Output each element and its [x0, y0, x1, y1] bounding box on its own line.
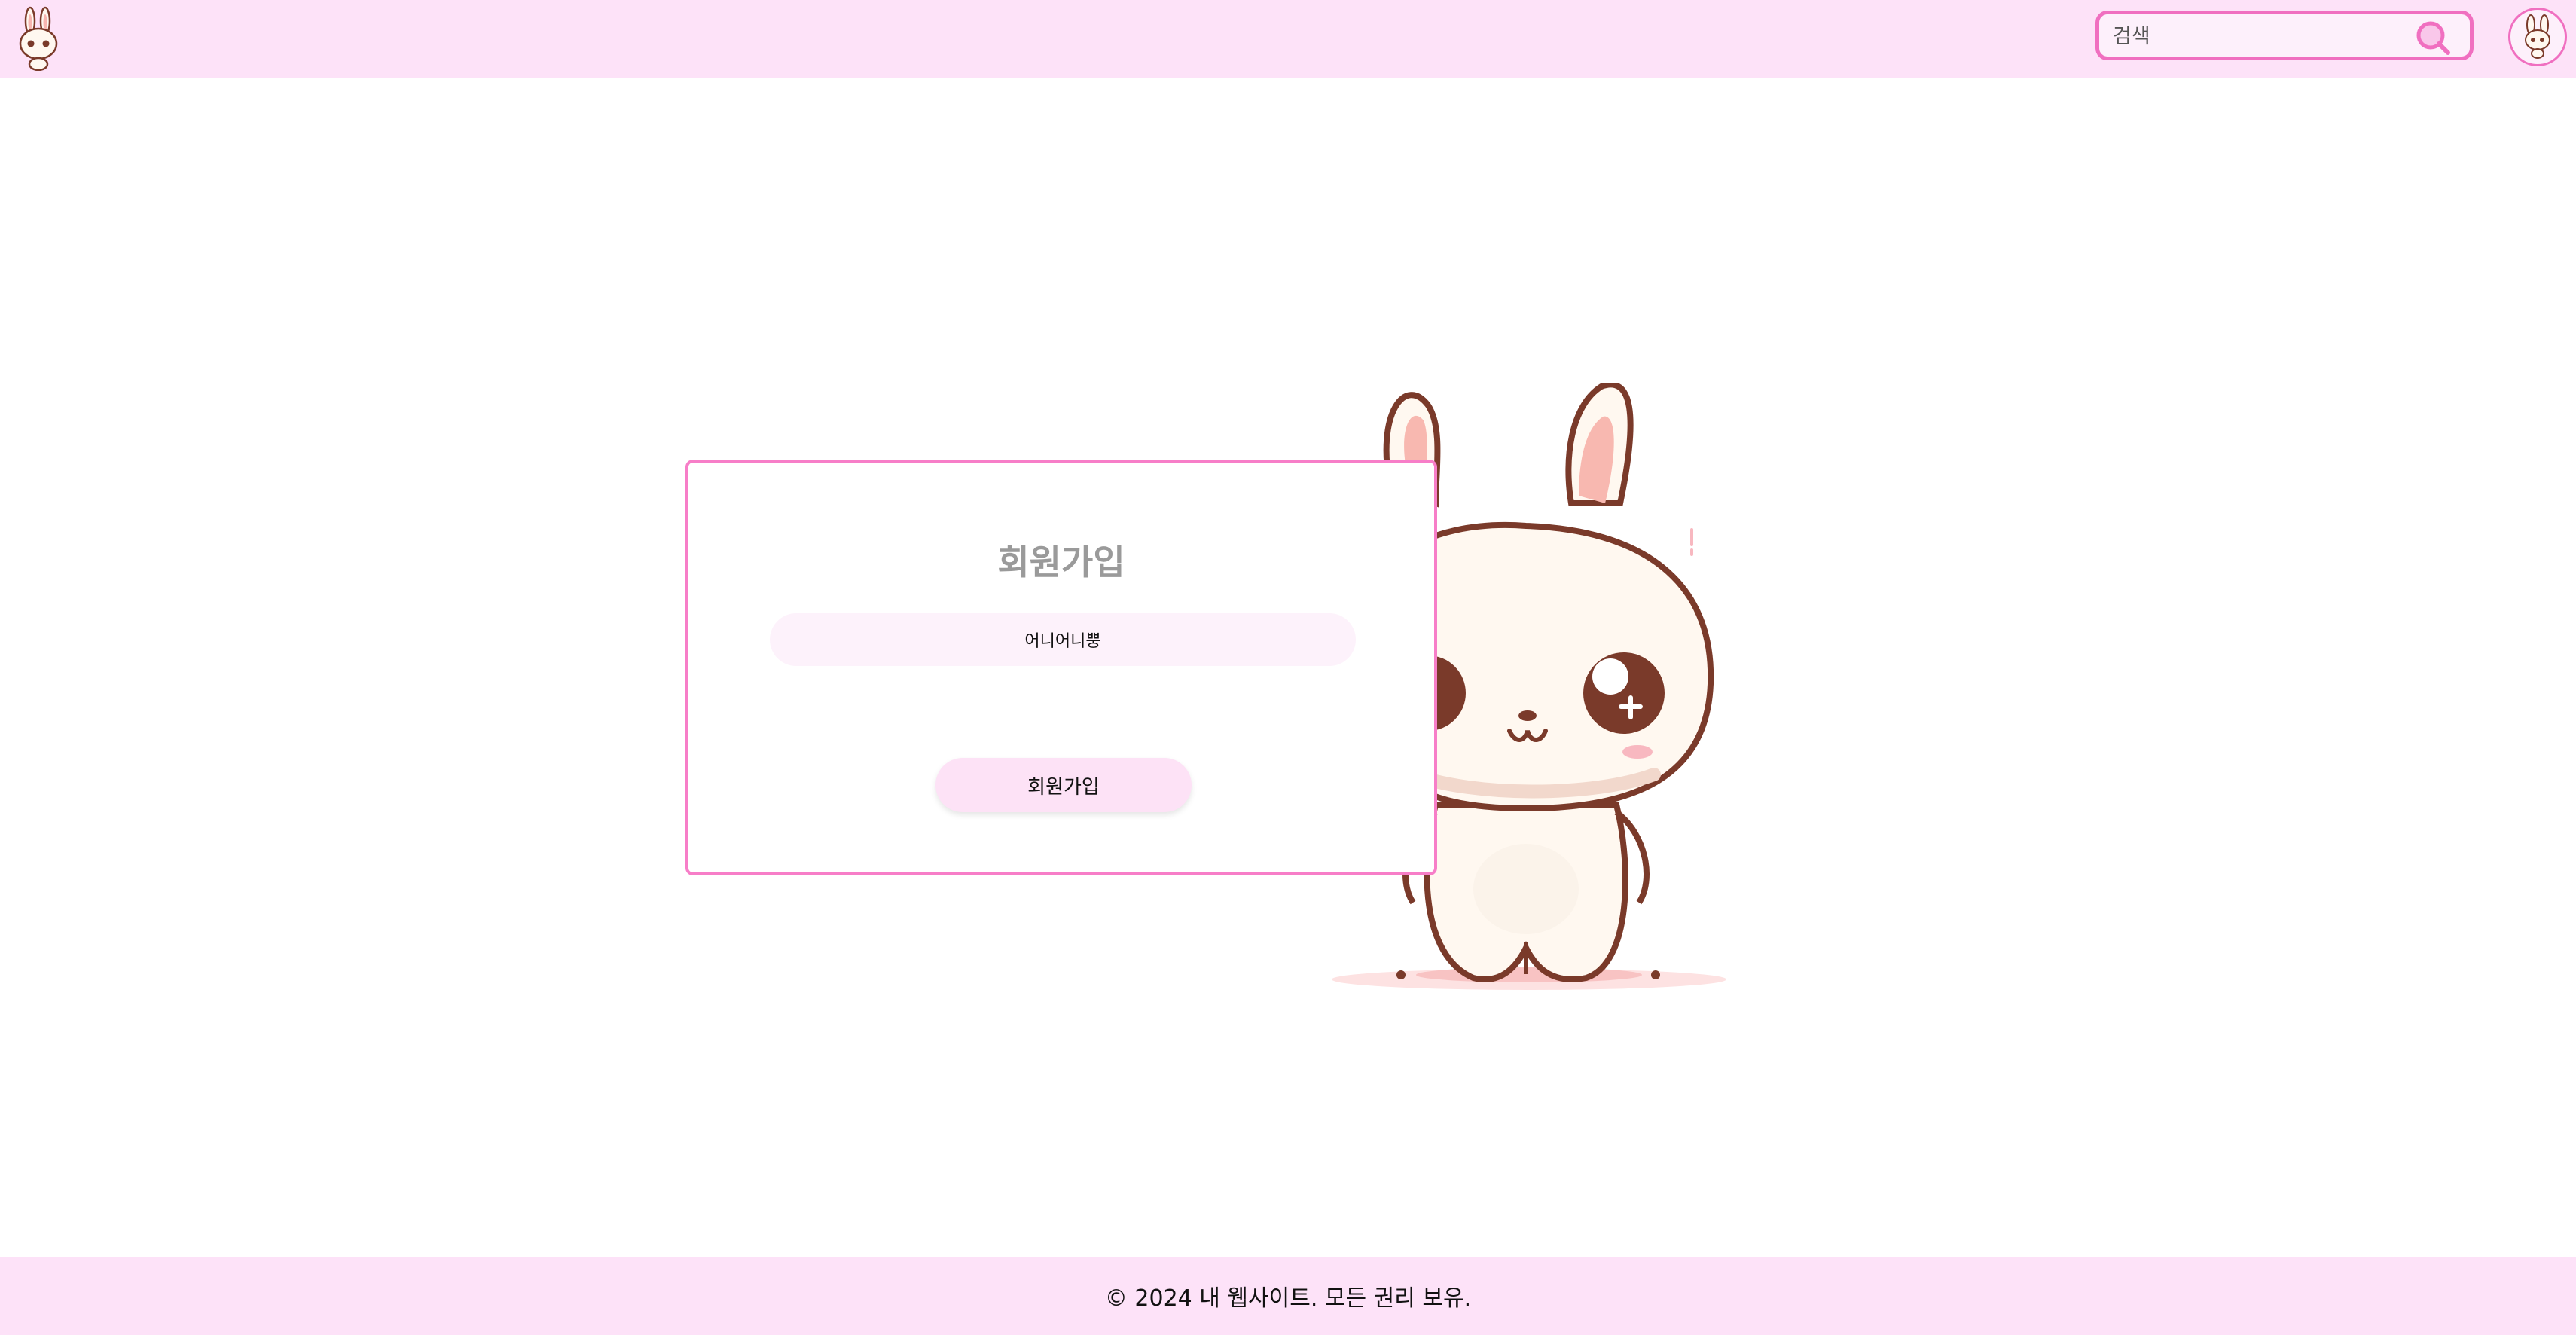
header-bar [0, 0, 2576, 78]
search-box [2095, 11, 2474, 60]
bunny-avatar-icon [2525, 14, 2550, 59]
footer-bar: © 2024 내 웹사이트. 모든 권리 보유. [0, 1257, 2576, 1335]
signup-title: 회원가입 [997, 542, 1125, 582]
footer-copyright: © 2024 내 웹사이트. 모든 권리 보유. [1104, 1285, 1472, 1312]
signup-card: 회원가입 회원가입 [685, 460, 1437, 875]
bunny-logo-icon[interactable] [15, 6, 62, 71]
search-icon[interactable] [2414, 19, 2452, 57]
signup-button[interactable]: 회원가입 [935, 758, 1192, 812]
search-input[interactable] [2111, 20, 2401, 52]
nickname-field[interactable] [770, 613, 1356, 666]
avatar[interactable] [2508, 8, 2567, 66]
